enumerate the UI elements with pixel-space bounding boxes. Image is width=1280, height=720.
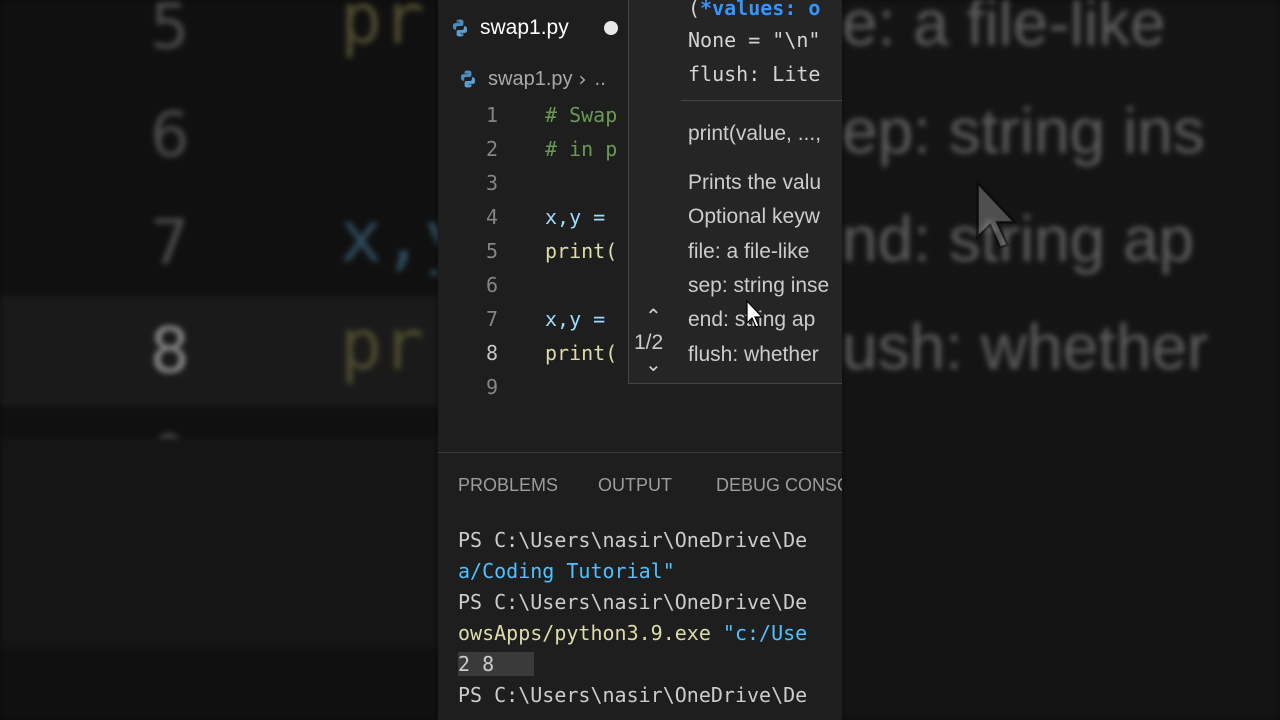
breadcrumb: swap1.py › ..	[458, 64, 606, 94]
line-number: 7	[485, 307, 498, 331]
tab-problems[interactable]: PROBLEMS	[458, 475, 558, 496]
python-file-icon	[458, 69, 478, 89]
terminal-line: PS C:\Users\nasir\OneDrive\De	[458, 683, 808, 707]
hint-doc-line: flush: whether	[688, 343, 819, 366]
code-text: # Swap	[545, 103, 618, 127]
bottom-panel: PROBLEMS OUTPUT DEBUG CONSO PS C:\Users\…	[438, 452, 842, 720]
breadcrumb-file[interactable]: swap1.py	[488, 68, 573, 91]
bg-code-fragment: x,y	[340, 196, 438, 278]
line-number: 3	[485, 171, 498, 195]
hint-signature-line: None = "\n"	[688, 28, 821, 52]
background-right-zoom: e: a file-like ep: string ins nd: string…	[842, 0, 1280, 720]
hint-signature: print(value, ...,	[688, 122, 822, 145]
chevron-up-icon[interactable]: ⌃	[645, 304, 662, 328]
hint-doc-line: file: a file-like	[688, 240, 810, 263]
bg-doc-text: e: a file-like	[842, 0, 1166, 59]
terminal-line: owsApps/python3.9.exe "c:/Use	[458, 621, 808, 645]
terminal-line: PS C:\Users\nasir\OneDrive\De	[458, 528, 808, 552]
python-file-icon	[450, 18, 470, 38]
background-left-zoom: 5 6 7 8 9 pr x,y pr	[0, 0, 438, 720]
bg-code-fragment: pr	[340, 304, 425, 386]
hint-signature-line: flush: Lite	[688, 62, 821, 86]
tab-swap1-py[interactable]: swap1.py	[438, 0, 628, 56]
vscode-window: swap1.py swap1.py › .. 1 # Swap 2 # in p…	[438, 0, 842, 720]
chevron-down-icon[interactable]: ⌄	[645, 352, 662, 376]
terminal-output[interactable]: PS C:\Users\nasir\OneDrive\De a/Coding T…	[458, 525, 842, 711]
hint-overload-nav: ⌃ 1/2 ⌄	[629, 300, 681, 383]
mouse-cursor-icon	[976, 180, 1018, 250]
hint-active-parameter: *values: o	[700, 0, 821, 20]
mouse-cursor-icon	[746, 300, 764, 328]
bg-line-number: 8	[150, 314, 190, 387]
terminal-line: PS C:\Users\nasir\OneDrive\De	[458, 590, 808, 614]
panel-tabs: PROBLEMS OUTPUT DEBUG CONSO	[438, 453, 842, 517]
line-number: 4	[485, 205, 498, 229]
code-text: print(	[545, 239, 618, 263]
code-text: x,y =	[545, 205, 618, 229]
hint-doc-line: sep: string inse	[688, 274, 830, 297]
parameter-hint-popup: (*values: o None = "\n" flush: Lite prin…	[628, 0, 842, 384]
bg-code-fragment: pr	[340, 0, 425, 60]
line-number: 8	[485, 341, 498, 365]
bg-line-number: 6	[150, 98, 190, 171]
terminal-line: 2 8	[458, 649, 842, 680]
hint-signature-line: (*values: o	[688, 0, 820, 20]
terminal-line: a/Coding Tutorial"	[458, 559, 675, 583]
line-number: 1	[485, 103, 498, 127]
bg-line-number: 5	[150, 0, 190, 63]
unsaved-dot-icon[interactable]	[604, 21, 618, 35]
line-number: 2	[485, 137, 498, 161]
program-output: 2 8	[458, 652, 535, 676]
tab-debug-console[interactable]: DEBUG CONSO	[716, 475, 842, 496]
chevron-right-icon: ›	[578, 67, 587, 91]
line-number: 9	[485, 375, 498, 399]
bg-doc-text: ush: whether	[842, 311, 1209, 383]
code-text: print(	[545, 341, 618, 365]
tab-output[interactable]: OUTPUT	[598, 475, 672, 496]
line-number: 5	[485, 239, 498, 263]
bg-doc-text: ep: string ins	[842, 95, 1205, 167]
hint-doc-line: Prints the valu	[688, 171, 822, 194]
code-text: x,y =	[545, 307, 618, 331]
line-number: 6	[485, 273, 498, 297]
hint-doc-line: Optional keyw	[688, 205, 820, 228]
code-text: # in p	[545, 137, 618, 161]
tab-label: swap1.py	[480, 16, 569, 39]
breadcrumb-more[interactable]: ..	[595, 69, 606, 90]
bg-line-number: 7	[150, 206, 190, 279]
